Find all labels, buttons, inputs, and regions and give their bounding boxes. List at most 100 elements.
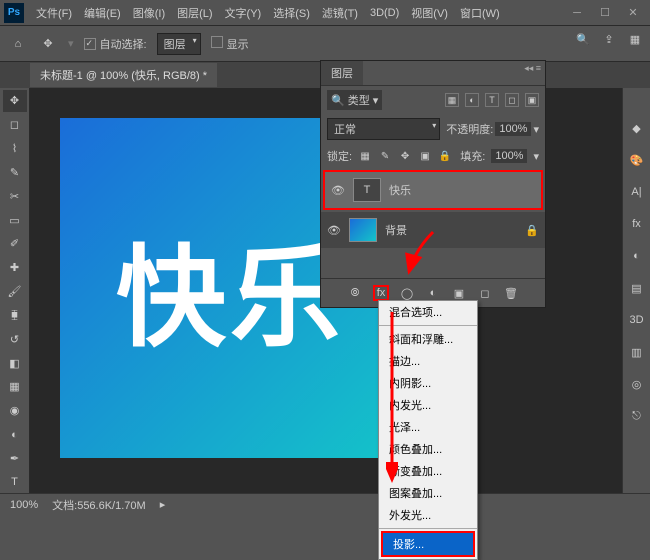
fx-button[interactable]: fx: [373, 285, 389, 301]
menu-select[interactable]: 选择(S): [267, 1, 316, 25]
fx-dropdown-menu: 混合选项... 斜面和浮雕... 描边... 内阴影... 内发光... 光泽.…: [378, 300, 478, 560]
fx-bevel[interactable]: 斜面和浮雕...: [379, 328, 477, 350]
fill-label: 填充:: [460, 148, 485, 164]
styles-panel-icon[interactable]: fx: [627, 214, 647, 234]
pen-tool[interactable]: ✒: [3, 447, 27, 469]
lock-all-icon[interactable]: 🔒: [438, 149, 452, 163]
layer-background[interactable]: 👁 背景 🔒: [321, 212, 545, 248]
menu-layer[interactable]: 图层(L): [171, 1, 218, 25]
app-logo: Ps: [4, 3, 24, 23]
panel-collapse-icon[interactable]: ◂◂ ≡: [524, 63, 541, 74]
menu-3d[interactable]: 3D(D): [364, 3, 405, 23]
lock-transparent-icon[interactable]: ▦: [358, 149, 372, 163]
home-icon[interactable]: ⌂: [8, 34, 28, 54]
healing-tool[interactable]: ✚: [3, 257, 27, 279]
show-transform-checkbox[interactable]: 显示: [211, 36, 249, 52]
menu-filter[interactable]: 滤镜(T): [316, 1, 364, 25]
marquee-tool[interactable]: ◻: [3, 114, 27, 136]
link-layers-icon[interactable]: ⦾: [347, 285, 363, 301]
frame-tool[interactable]: ▭: [3, 209, 27, 231]
stamp-tool[interactable]: ⧯: [3, 304, 27, 326]
color-panel-icon[interactable]: ◆: [627, 118, 647, 138]
filter-adjustment-icon[interactable]: ◐: [465, 93, 479, 107]
filter-type-icon[interactable]: T: [485, 93, 499, 107]
text-layer-thumbnail: T: [353, 178, 381, 202]
channels-panel-icon[interactable]: ◎: [627, 374, 647, 394]
lock-position-icon[interactable]: ✥: [398, 149, 412, 163]
navigator-panel-icon[interactable]: ▤: [627, 278, 647, 298]
lock-paint-icon[interactable]: ✎: [378, 149, 392, 163]
layers-highlight-annotation: 👁 T 快乐: [323, 170, 543, 210]
layers-panel-icon[interactable]: ▥: [627, 342, 647, 362]
character-panel-icon[interactable]: A|: [627, 182, 647, 202]
layer-mask-icon[interactable]: ◯: [399, 285, 415, 301]
menu-edit[interactable]: 编辑(E): [78, 1, 127, 25]
menu-image[interactable]: 图像(I): [127, 1, 171, 25]
canvas-text-layer[interactable]: 快乐: [116, 208, 344, 368]
quick-select-tool[interactable]: ✎: [3, 161, 27, 183]
lock-icon[interactable]: 🔒: [525, 224, 539, 237]
type-tool[interactable]: T: [3, 471, 27, 493]
adjustments-panel-icon[interactable]: ◐: [627, 246, 647, 266]
paths-panel-icon[interactable]: ⎋: [627, 406, 647, 426]
layer-text[interactable]: 👁 T 快乐: [325, 172, 541, 208]
lock-artboard-icon[interactable]: ▣: [418, 149, 432, 163]
new-layer-icon[interactable]: ◻: [477, 285, 493, 301]
visibility-eye-icon[interactable]: 👁: [327, 224, 341, 237]
move-tool[interactable]: ✥: [3, 90, 27, 112]
blend-mode-dropdown[interactable]: 正常: [327, 118, 440, 140]
lasso-tool[interactable]: ⌇: [3, 138, 27, 160]
fx-drop-shadow[interactable]: 投影...: [381, 531, 475, 557]
move-tool-icon: ✥: [38, 34, 58, 54]
search-icon[interactable]: 🔍: [574, 30, 592, 48]
document-tab[interactable]: 未标题-1 @ 100% (快乐, RGB/8) *: [30, 63, 217, 87]
adjustment-layer-icon[interactable]: ◐: [425, 285, 441, 301]
filter-shape-icon[interactable]: ◻: [505, 93, 519, 107]
filter-pixel-icon[interactable]: ▦: [445, 93, 459, 107]
delete-layer-icon[interactable]: 🗑: [503, 285, 519, 301]
layer-filter-type-dropdown[interactable]: 🔍 类型 ▾: [327, 90, 382, 110]
brush-tool[interactable]: 🖌: [3, 281, 27, 303]
gradient-tool[interactable]: ▦: [3, 376, 27, 398]
blur-tool[interactable]: ◉: [3, 400, 27, 422]
menu-view[interactable]: 视图(V): [405, 1, 454, 25]
3d-panel-icon[interactable]: 3D: [627, 310, 647, 330]
lock-label: 锁定:: [327, 148, 352, 164]
minimize-button[interactable]: ─: [564, 4, 590, 22]
fx-satin[interactable]: 光泽...: [379, 416, 477, 438]
close-button[interactable]: ✕: [620, 4, 646, 22]
toolbox: ✥ ◻ ⌇ ✎ ✂ ▭ ✐ ✚ 🖌 ⧯ ↺ ◧ ▦ ◉ ◐ ✒ T: [0, 88, 30, 493]
menu-file[interactable]: 文件(F): [30, 1, 78, 25]
dodge-tool[interactable]: ◐: [3, 424, 27, 446]
zoom-level[interactable]: 100%: [10, 499, 38, 511]
filter-smart-icon[interactable]: ▣: [525, 93, 539, 107]
eyedropper-tool[interactable]: ✐: [3, 233, 27, 255]
fx-blend-options[interactable]: 混合选项...: [379, 301, 477, 323]
share-icon[interactable]: ⇪: [600, 30, 618, 48]
visibility-eye-icon[interactable]: 👁: [331, 184, 345, 197]
fx-gradient-overlay[interactable]: 渐变叠加...: [379, 460, 477, 482]
eraser-tool[interactable]: ◧: [3, 352, 27, 374]
layer-name[interactable]: 背景: [385, 222, 407, 238]
fill-value[interactable]: 100%: [491, 149, 527, 163]
crop-tool[interactable]: ✂: [3, 185, 27, 207]
opacity-value[interactable]: 100%: [495, 122, 531, 136]
fx-inner-shadow[interactable]: 内阴影...: [379, 372, 477, 394]
auto-select-target-dropdown[interactable]: 图层: [157, 33, 201, 55]
fx-outer-glow[interactable]: 外发光...: [379, 504, 477, 526]
status-chevron-icon[interactable]: ▸: [160, 498, 166, 511]
layer-name[interactable]: 快乐: [389, 182, 411, 198]
fx-stroke[interactable]: 描边...: [379, 350, 477, 372]
auto-select-checkbox[interactable]: 自动选择:: [84, 36, 147, 52]
fx-color-overlay[interactable]: 颜色叠加...: [379, 438, 477, 460]
menu-window[interactable]: 窗口(W): [454, 1, 506, 25]
history-brush-tool[interactable]: ↺: [3, 328, 27, 350]
fx-pattern-overlay[interactable]: 图案叠加...: [379, 482, 477, 504]
swatches-panel-icon[interactable]: 🎨: [627, 150, 647, 170]
fx-inner-glow[interactable]: 内发光...: [379, 394, 477, 416]
layers-panel-tab[interactable]: 图层: [321, 61, 363, 85]
menu-type[interactable]: 文字(Y): [219, 1, 268, 25]
maximize-button[interactable]: ☐: [592, 4, 618, 22]
group-icon[interactable]: ▣: [451, 285, 467, 301]
workspace-icon[interactable]: ▦: [626, 30, 644, 48]
